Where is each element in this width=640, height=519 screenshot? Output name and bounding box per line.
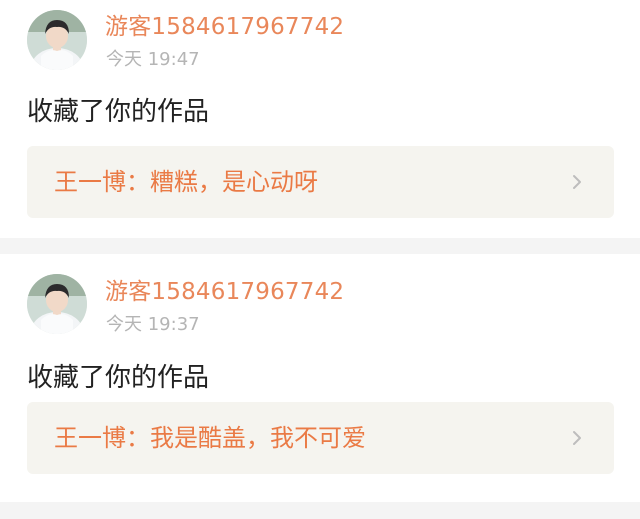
avatar[interactable] bbox=[27, 10, 87, 70]
quoted-work-link[interactable]: 王一博：我是酷盖，我不可爱 bbox=[27, 402, 614, 474]
timestamp: 今天 19:47 bbox=[106, 49, 200, 70]
avatar-image bbox=[27, 274, 87, 334]
username-link[interactable]: 游客1584617967742 bbox=[105, 12, 344, 42]
notification-action-text: 收藏了你的作品 bbox=[27, 363, 210, 393]
quoted-work-title: 王一博：糟糕，是心动呀 bbox=[54, 168, 318, 196]
avatar[interactable] bbox=[27, 274, 87, 334]
chevron-right-icon bbox=[568, 173, 586, 191]
username-link[interactable]: 游客1584617967742 bbox=[105, 277, 344, 307]
quoted-work-title: 王一博：我是酷盖，我不可爱 bbox=[54, 424, 366, 452]
chevron-right-icon bbox=[568, 429, 586, 447]
quoted-work-link[interactable]: 王一博：糟糕，是心动呀 bbox=[27, 146, 614, 218]
notification-card: 游客1584617967742 今天 19:37 收藏了你的作品 王一博：我是酷… bbox=[0, 254, 640, 502]
timestamp: 今天 19:37 bbox=[106, 314, 200, 335]
notification-action-text: 收藏了你的作品 bbox=[27, 97, 210, 127]
notification-card: 游客1584617967742 今天 19:47 收藏了你的作品 王一博：糟糕，… bbox=[0, 0, 640, 238]
avatar-image bbox=[27, 10, 87, 70]
notification-feed: 游客1584617967742 今天 19:47 收藏了你的作品 王一博：糟糕，… bbox=[0, 0, 640, 502]
